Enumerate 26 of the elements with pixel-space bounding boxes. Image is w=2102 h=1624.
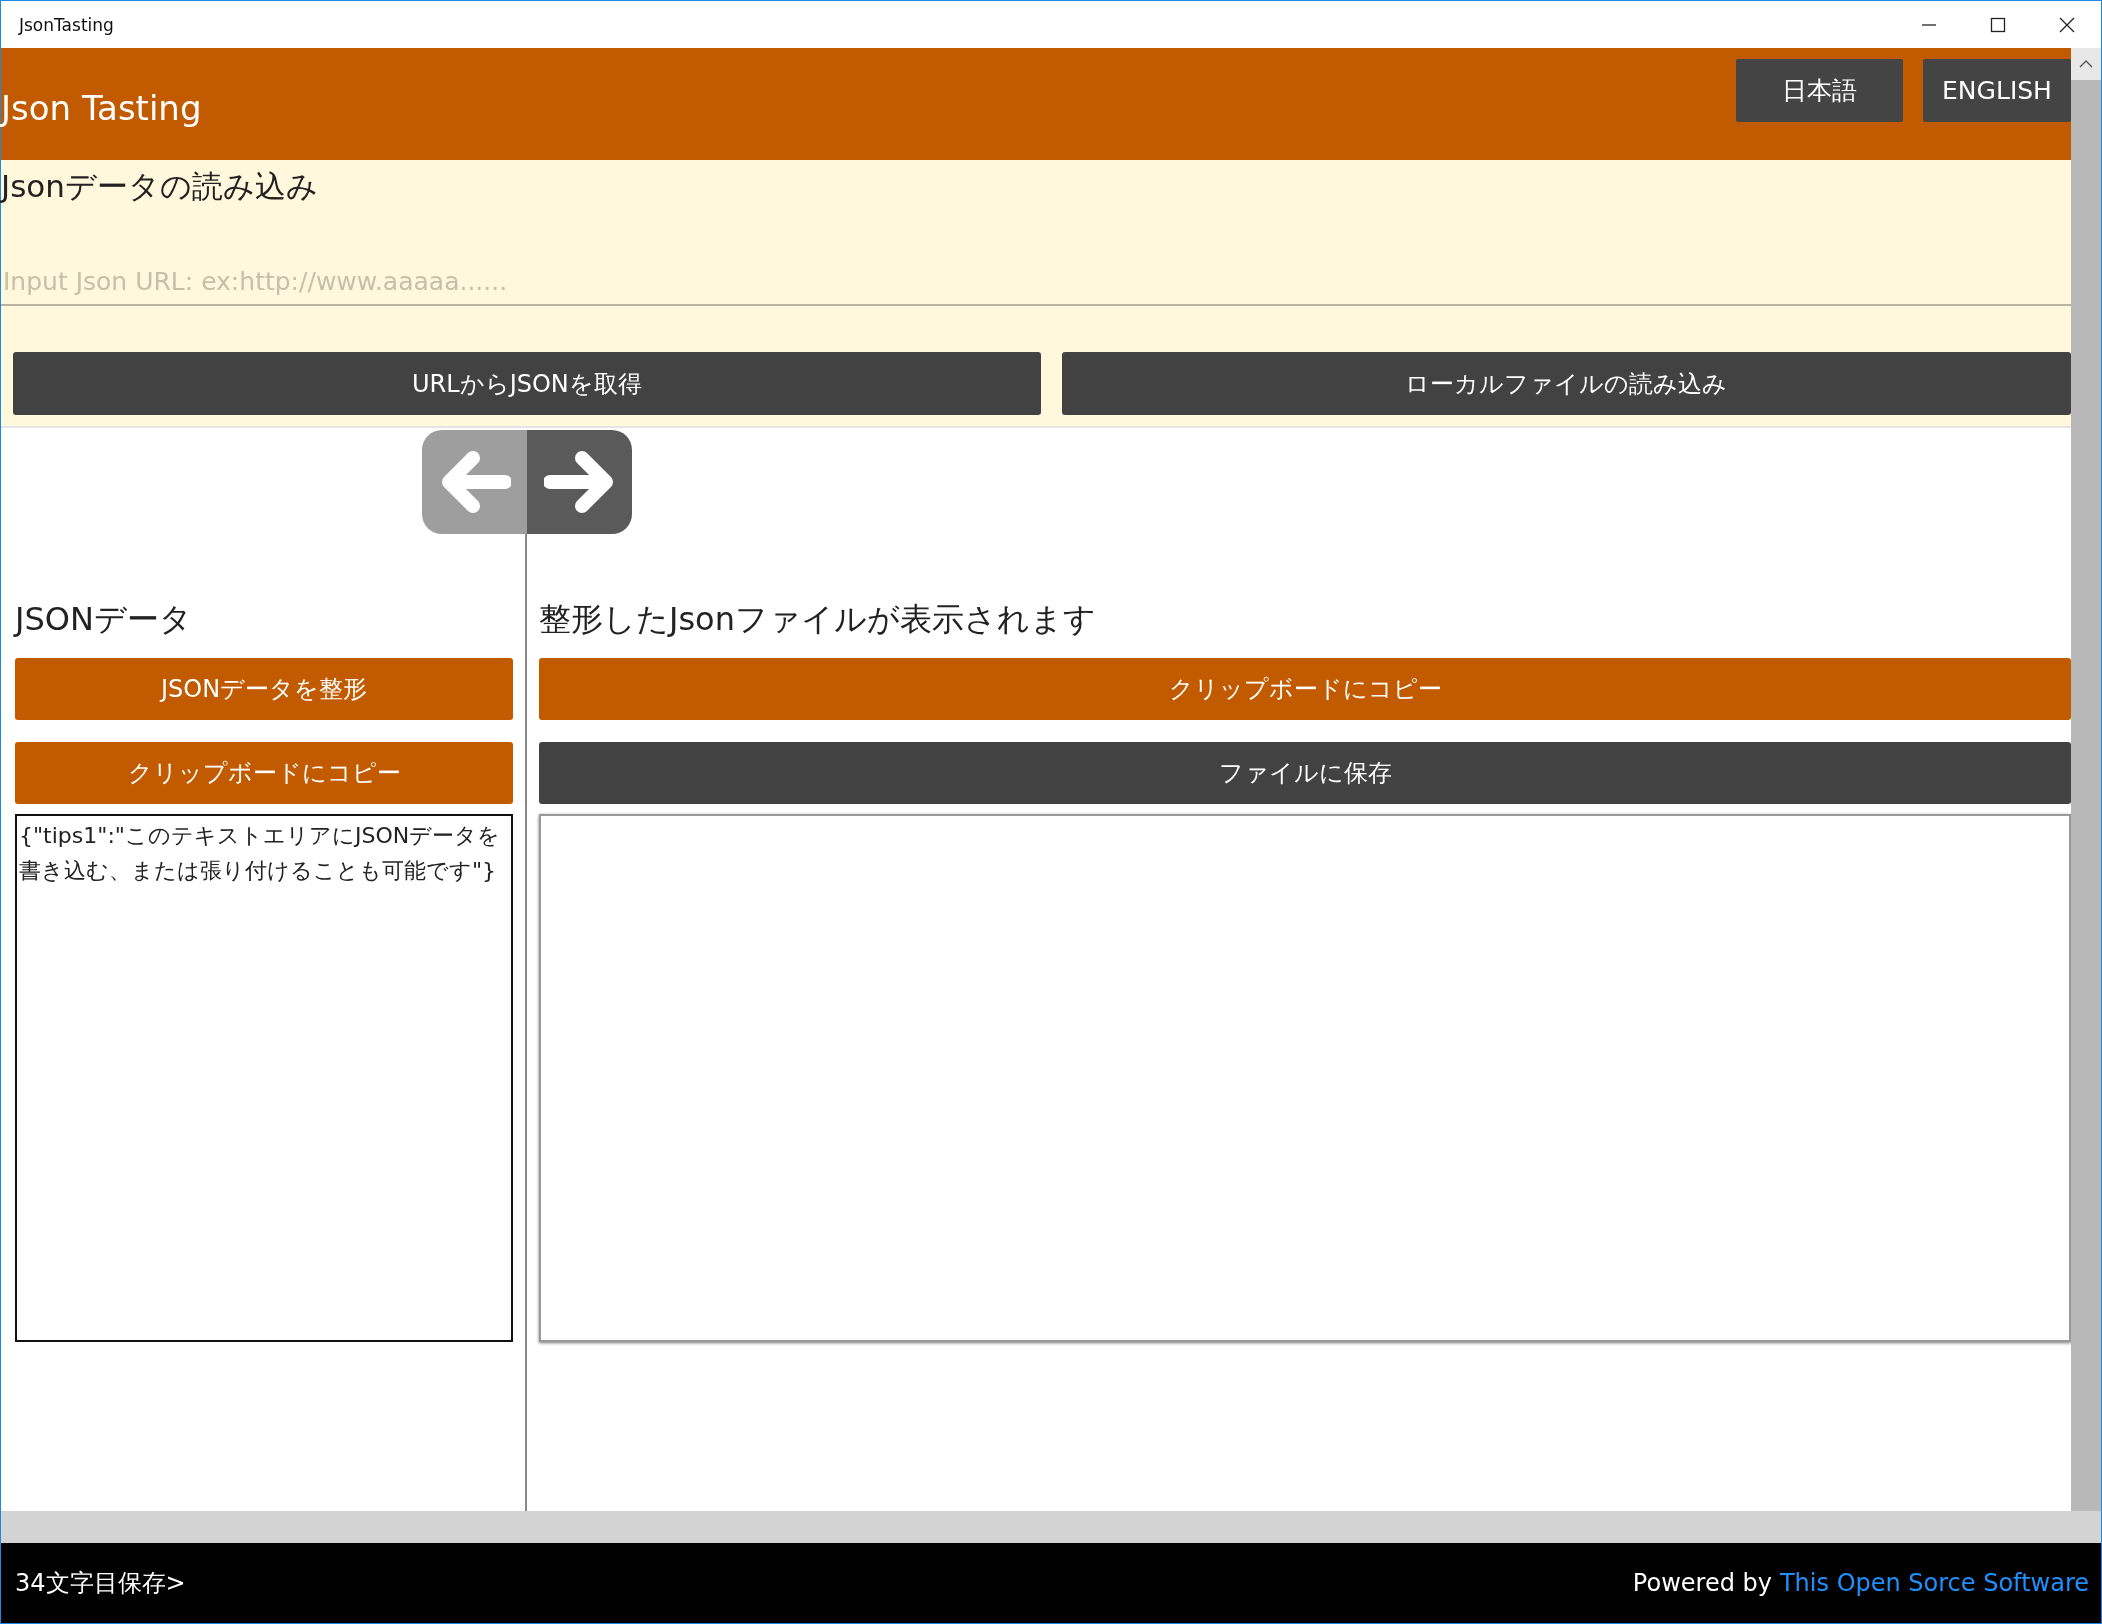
horizontal-scrollbar[interactable] (1, 1511, 2101, 1543)
powered-by-text: Powered by (1632, 1569, 1772, 1597)
output-field[interactable] (539, 814, 2071, 1342)
copy-button[interactable]: クリップボードにコピー (539, 658, 2071, 720)
maximize-icon (1989, 16, 2006, 33)
right-arrow-icon (543, 450, 616, 514)
json-input-field[interactable]: {"tips1":"このテキストエリアにJSONデータを書き込む、または張り付けることも可能です"} (15, 814, 513, 1342)
language-button[interactable]: ENGLISH (1923, 59, 2071, 122)
window-title: JsonTasting (19, 14, 115, 35)
fetch-url-button[interactable]: URLからJSONを取得 (13, 352, 1041, 415)
load-file-button[interactable]: ローカルファイルの読み込み (1061, 352, 2071, 415)
close-icon (2058, 16, 2075, 33)
software-link[interactable]: This Open Sorce Software (1779, 1569, 2089, 1597)
language-button[interactable]: 日本語 (1736, 59, 1903, 122)
status-text: 34文字目保存> (15, 1568, 187, 1599)
scroll-up-icon (2079, 60, 2093, 68)
forward-button[interactable] (527, 430, 632, 534)
url-input-field[interactable]: Input Json URL: ex:http://www.aaaaa...... (1, 258, 2071, 306)
format-button[interactable]: JSONデータを整形 (15, 658, 513, 720)
copy-button[interactable]: クリップボードにコピー (15, 742, 513, 804)
panel-heading: JSONデータ (15, 599, 193, 640)
save-file-button[interactable]: ファイルに保存 (539, 742, 2071, 804)
scrollbar[interactable] (2071, 48, 2101, 1511)
minimize-icon (1920, 23, 1937, 26)
panel-heading: 整形したJsonファイルが表示されます (539, 599, 1097, 640)
section-heading: Jsonデータの読み込み (1, 167, 319, 206)
